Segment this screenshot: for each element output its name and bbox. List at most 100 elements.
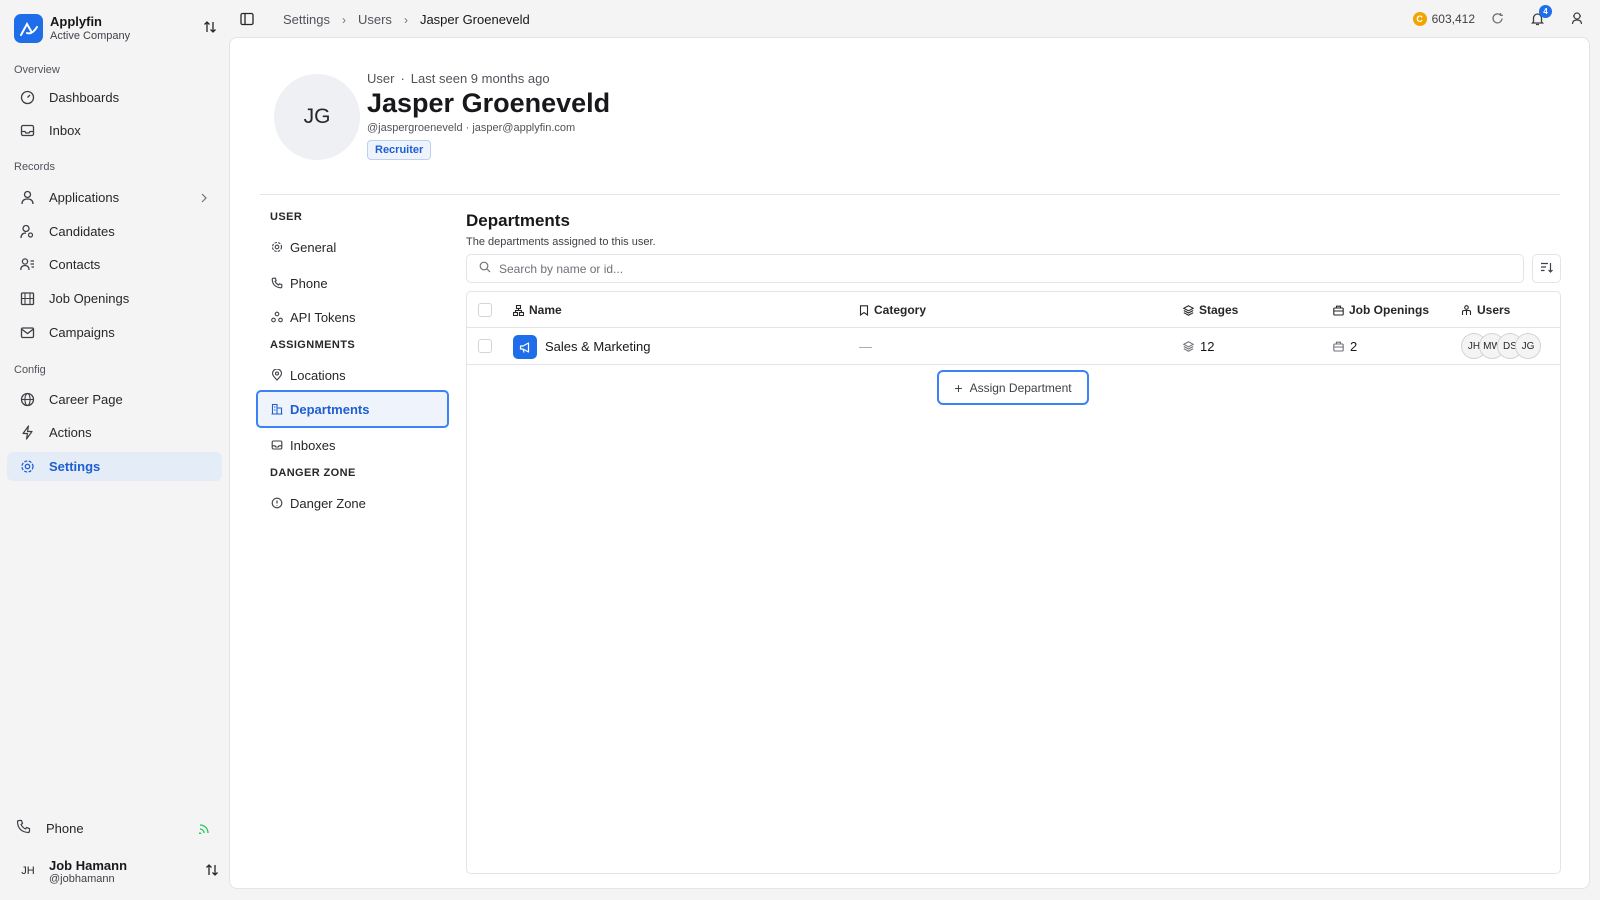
department-name[interactable]: Sales & Marketing <box>545 339 651 354</box>
briefcase-icon <box>1333 341 1344 352</box>
mail-icon <box>19 325 35 341</box>
department-users[interactable]: JH MW DS JG <box>1461 333 1541 359</box>
switch-arrows-icon[interactable] <box>205 863 219 880</box>
department-job-openings: 2 <box>1333 339 1357 354</box>
settings-nav-label: Danger Zone <box>290 495 366 511</box>
settings-nav-departments[interactable]: Departments <box>256 390 449 428</box>
settings-nav-label: Inboxes <box>290 437 336 453</box>
gauge-icon <box>19 90 35 106</box>
sort-button[interactable] <box>1532 254 1561 283</box>
credits-value: 603,412 <box>1431 12 1475 26</box>
sidebar-item-applications[interactable]: Applications <box>7 183 222 212</box>
gear-icon <box>270 241 283 253</box>
switch-arrows-icon[interactable] <box>203 20 219 36</box>
support-agent-icon[interactable] <box>1570 11 1584 28</box>
table-header: Name Category Stages Job Openings Users <box>467 292 1560 328</box>
column-job-openings[interactable]: Job Openings <box>1333 303 1429 317</box>
sidebar-toggle-icon[interactable] <box>240 12 254 29</box>
layers-icon <box>1183 304 1194 316</box>
webhook-icon <box>270 311 283 323</box>
megaphone-icon <box>513 335 537 359</box>
select-all-checkbox[interactable] <box>478 303 492 317</box>
section-subtitle: The departments assigned to this user. <box>466 236 656 248</box>
settings-section-danger: DANGER ZONE <box>270 467 356 479</box>
company-switcher[interactable]: Applyfin Active Company <box>14 14 219 43</box>
profile-handle-email: @jaspergroeneveld · jasper@applyfin.com <box>367 122 576 134</box>
sidebar-item-settings[interactable]: Settings <box>7 452 222 481</box>
settings-nav-inboxes[interactable]: Inboxes <box>256 426 449 464</box>
notifications-bell-icon[interactable]: 4 <box>1530 5 1552 29</box>
building-icon <box>19 291 35 307</box>
phone-icon <box>16 819 32 837</box>
section-overview: Overview <box>14 64 60 76</box>
settings-nav-label: Locations <box>290 367 346 383</box>
sidebar-item-inbox[interactable]: Inbox <box>7 116 222 145</box>
settings-nav-label: API Tokens <box>290 309 356 325</box>
settings-nav-label: Phone <box>290 275 328 291</box>
chevron-right-icon: › <box>341 12 346 27</box>
sidebar-item-dashboards[interactable]: Dashboards <box>7 83 222 112</box>
globe-icon <box>19 392 35 408</box>
chevron-right-icon[interactable] <box>200 191 208 206</box>
sidebar-item-label: Candidates <box>49 224 115 239</box>
settings-section-assignments: ASSIGNMENTS <box>270 339 356 351</box>
building-chart-icon <box>270 403 283 415</box>
settings-nav-danger-zone[interactable]: Danger Zone <box>256 484 449 522</box>
signal-icon <box>198 822 210 837</box>
company-name: Applyfin <box>50 14 102 29</box>
sidebar-item-contacts[interactable]: Contacts <box>7 250 222 279</box>
sidebar-item-label: Career Page <box>49 392 123 407</box>
inbox-icon <box>270 439 283 451</box>
settings-nav-phone[interactable]: Phone <box>256 264 449 302</box>
sidebar-item-candidates[interactable]: Candidates <box>7 217 222 246</box>
column-stages[interactable]: Stages <box>1183 303 1238 317</box>
section-records: Records <box>14 161 55 173</box>
last-seen: Last seen 9 months ago <box>410 71 550 86</box>
section-config: Config <box>14 364 46 376</box>
search-box <box>466 254 1524 283</box>
sidebar-item-label: Inbox <box>49 123 81 138</box>
settings-nav-api-tokens[interactable]: API Tokens <box>256 298 449 336</box>
settings-nav-label: Departments <box>290 401 370 417</box>
phone-label: Phone <box>46 820 84 836</box>
refresh-icon[interactable] <box>1491 12 1504 28</box>
settings-nav-locations[interactable]: Locations <box>256 356 449 394</box>
sidebar-item-campaigns[interactable]: Campaigns <box>7 318 222 347</box>
sidebar-phone[interactable]: Phone <box>7 814 222 842</box>
breadcrumb: Settings › Users › Jasper Groeneveld <box>283 12 530 27</box>
phone-icon <box>270 277 283 289</box>
bolt-icon <box>19 425 35 441</box>
table-row[interactable]: Sales & Marketing — 12 2 JH MW DS JG <box>467 328 1560 365</box>
sidebar-item-label: Contacts <box>49 257 101 272</box>
sidebar-item-actions[interactable]: Actions <box>7 418 222 447</box>
coin-icon: C <box>1412 12 1427 26</box>
column-category[interactable]: Category <box>859 303 926 317</box>
divider <box>260 194 1560 195</box>
settings-nav-general[interactable]: General <box>256 228 449 266</box>
sidebar-item-label: Settings <box>49 459 101 474</box>
main-panel: JG User · Last seen 9 months ago Jasper Gr… <box>229 37 1590 889</box>
avatar: JG <box>1515 333 1541 359</box>
row-checkbox[interactable] <box>478 339 492 353</box>
profile-avatar: JG <box>274 74 360 160</box>
column-users[interactable]: Users <box>1461 303 1510 317</box>
org-chart-icon <box>513 304 524 316</box>
current-user-menu[interactable]: JH Job Hamann @jobhamann <box>14 853 219 889</box>
breadcrumb-users[interactable]: Users <box>358 12 392 27</box>
sidebar-item-job-openings[interactable]: Job Openings <box>7 284 222 313</box>
user-handle: @jobhamann <box>49 872 115 885</box>
sidebar: Applyfin Active Company Overview Dashboa… <box>0 0 229 900</box>
bookmark-icon <box>859 304 869 316</box>
department-category: — <box>859 339 872 354</box>
sidebar-item-career-page[interactable]: Career Page <box>7 385 222 414</box>
column-name[interactable]: Name <box>513 303 562 317</box>
sidebar-item-label: Applications <box>49 190 120 205</box>
departments-table: Name Category Stages Job Openings Users <box>466 291 1561 874</box>
section-title: Departments <box>466 211 570 230</box>
company-subtitle: Active Company <box>50 30 131 42</box>
search-input[interactable] <box>499 261 1399 276</box>
credits-balance[interactable]: C 603,412 <box>1412 12 1475 26</box>
assign-department-button[interactable]: + Assign Department <box>937 370 1089 405</box>
breadcrumb-settings[interactable]: Settings <box>283 12 330 27</box>
sort-icon <box>1540 261 1553 277</box>
